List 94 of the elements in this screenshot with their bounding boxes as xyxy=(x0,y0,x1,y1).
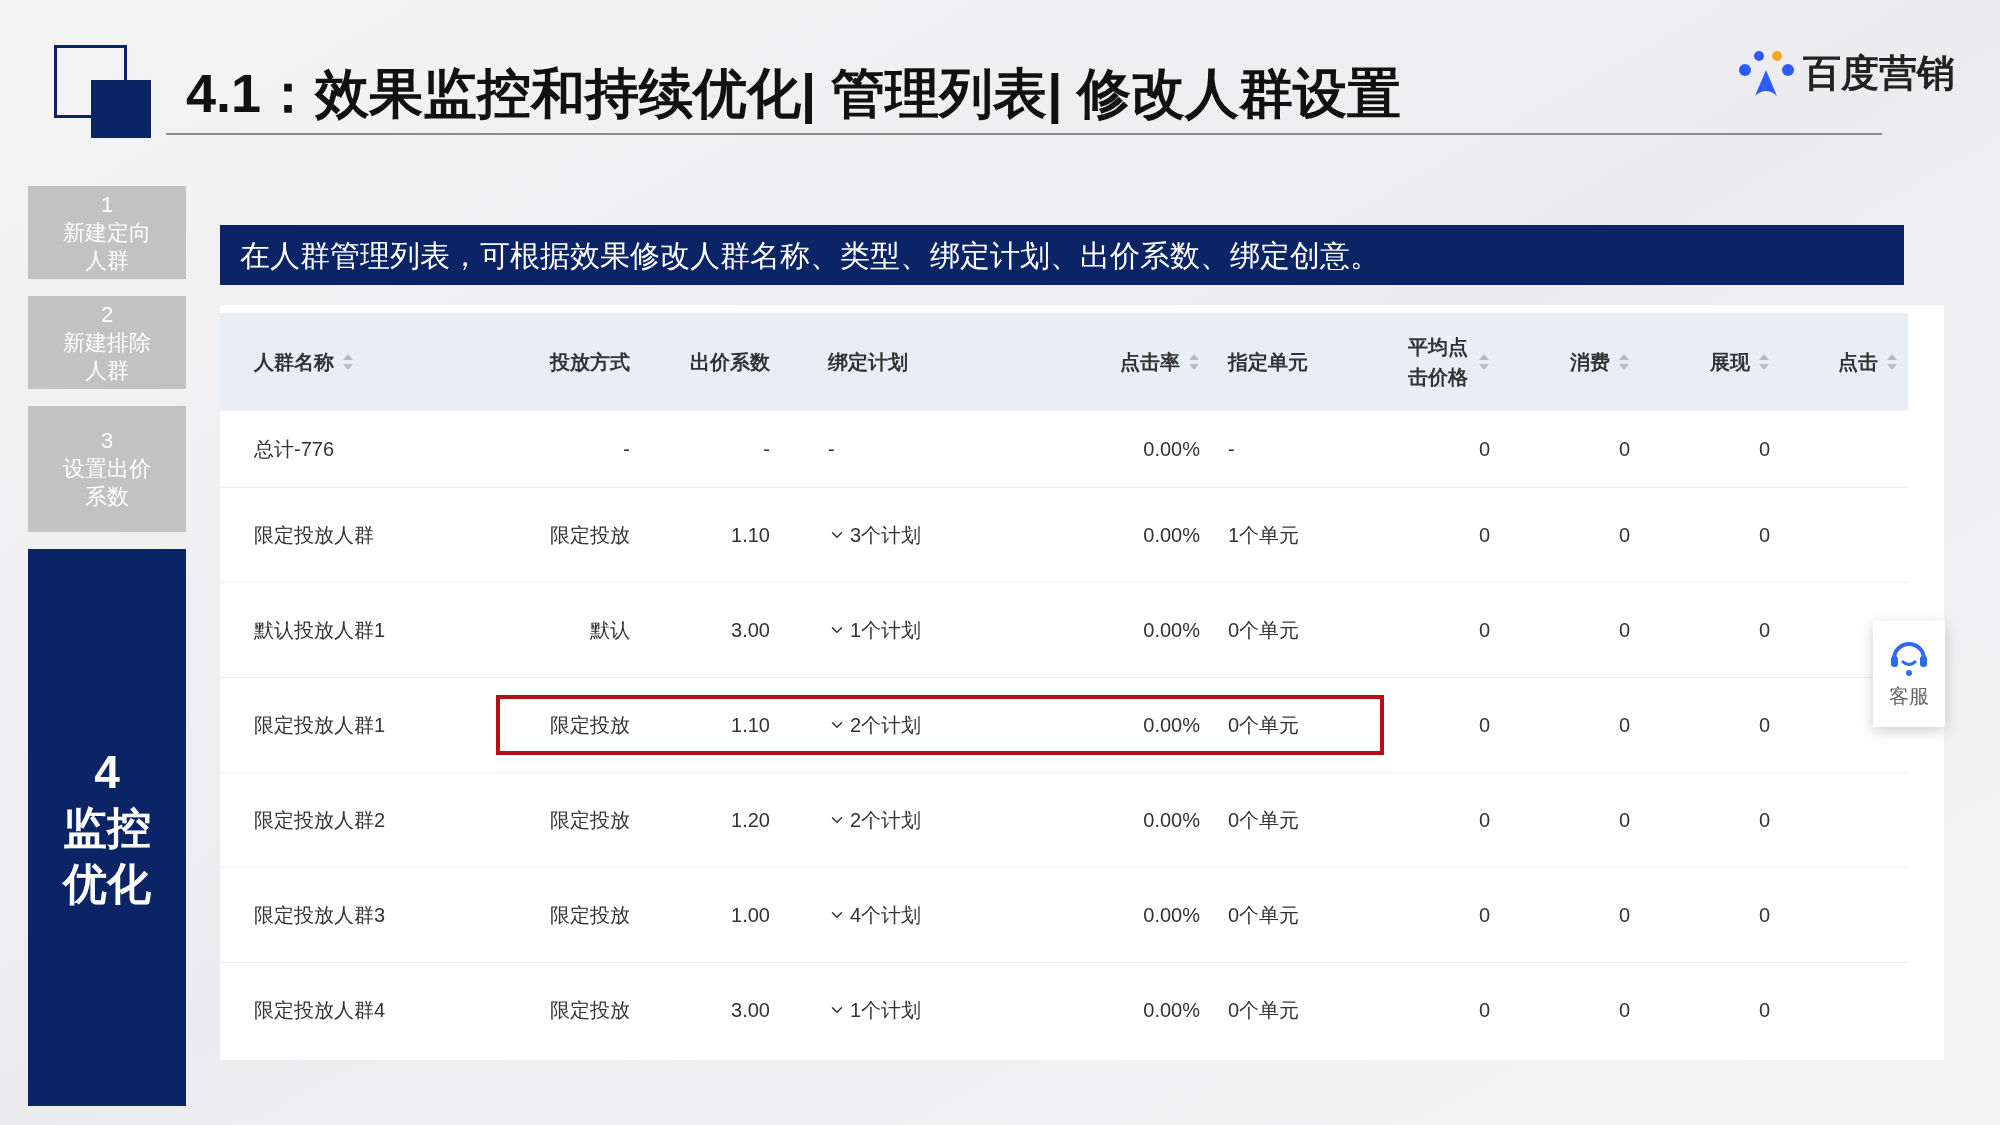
table-cell-text: - xyxy=(828,437,835,462)
sort-icon[interactable] xyxy=(342,352,354,371)
step-label: 新建定向人群 xyxy=(62,218,152,275)
brand-name: 百度营销 xyxy=(1803,51,1955,96)
service-label: 客服 xyxy=(1889,684,1929,709)
plan-dropdown[interactable]: 3个计划 xyxy=(828,520,922,550)
table-cell-text: 限定投放 xyxy=(550,523,630,548)
table-cell-text: 限定投放 xyxy=(550,903,630,928)
column-header: 投放方式 xyxy=(550,349,630,375)
step-number: 3 xyxy=(100,427,114,455)
table-cell-text: 0 xyxy=(1618,998,1630,1023)
table-cell-text: 0个单元 xyxy=(1228,713,1300,738)
step-card[interactable]: 4 监控优化 xyxy=(28,549,186,1106)
sort-icon[interactable] xyxy=(1188,352,1200,371)
step-label: 设置出价系数 xyxy=(62,455,152,511)
table-cell-text: 0 xyxy=(1758,998,1770,1023)
service-widget[interactable]: 客服 xyxy=(1873,621,1945,727)
slide-title: 4.1：效果监控和持续优化| 管理列表| 修改人群设置 xyxy=(185,62,1402,126)
column-header: 点击 xyxy=(1838,349,1878,375)
table-cell-text: 0个单元 xyxy=(1228,808,1300,833)
column-header: 消费 xyxy=(1570,349,1610,375)
column-header: 展现 xyxy=(1710,349,1750,375)
table-cell-text: 0个单元 xyxy=(1228,618,1300,643)
table-cell-text: 0 xyxy=(1618,903,1630,928)
table-cell-text: 限定投放人群4 xyxy=(254,998,386,1023)
sort-icon[interactable] xyxy=(1618,352,1630,371)
table-cell-text: 限定投放人群2 xyxy=(254,808,386,833)
table-cell-text: 0 xyxy=(1618,523,1630,548)
column-header: 平均点击价格 xyxy=(1408,334,1469,390)
table-cell-text: 0 xyxy=(1758,903,1770,928)
plan-dropdown[interactable]: 2个计划 xyxy=(828,710,922,740)
step-number: 2 xyxy=(100,300,114,329)
table-cell-text: 0 xyxy=(1478,437,1490,462)
table-cell-text: 1个单元 xyxy=(1228,523,1300,548)
table-cell-text: 限定投放 xyxy=(550,998,630,1023)
table-cell-text: 0 xyxy=(1758,713,1770,738)
plan-dropdown[interactable]: 1个计划 xyxy=(828,615,922,645)
table-cell-text: 0 xyxy=(1618,808,1630,833)
sort-icon[interactable] xyxy=(1758,352,1770,371)
table-cell-text: 默认投放人群1 xyxy=(254,618,386,643)
table-cell-text: 限定投放 xyxy=(550,808,630,833)
plan-dropdown[interactable]: 4个计划 xyxy=(828,900,922,930)
table-cell-text: 总计-776 xyxy=(254,437,335,462)
table-cell-text: 0 xyxy=(1618,437,1630,462)
sort-icon[interactable] xyxy=(1478,352,1490,371)
table-cell-text: 0 xyxy=(1758,808,1770,833)
plan-dropdown[interactable]: 1个计划 xyxy=(828,995,922,1025)
table-cell-text: 限定投放人群3 xyxy=(254,903,386,928)
sort-icon[interactable] xyxy=(1886,352,1898,371)
table-cell-text: 0 xyxy=(1758,618,1770,643)
table-cell-text: 0.00% xyxy=(1143,998,1200,1023)
table-cell-text: 0 xyxy=(1758,437,1770,462)
table-cell-text: 1.10 xyxy=(731,523,770,548)
step-label: 监控优化 xyxy=(61,801,152,910)
table-cell-text: 0 xyxy=(1478,523,1490,548)
table-cell-text: - xyxy=(623,437,630,462)
table-cell-text: 1.00 xyxy=(731,903,770,928)
table-cell-text: 0.00% xyxy=(1143,437,1200,462)
table-cell-text: 3.00 xyxy=(731,618,770,643)
table-cell-text: 限定投放人群1 xyxy=(254,713,386,738)
step-number: 4 xyxy=(94,744,120,800)
table-cell-text: 限定投放人群 xyxy=(254,523,374,548)
table-cell-text: 0.00% xyxy=(1143,523,1200,548)
step-number: 1 xyxy=(100,190,114,219)
column-header: 人群名称 xyxy=(254,349,334,375)
table-cell-text: 0 xyxy=(1618,618,1630,643)
table-cell-text: 0 xyxy=(1478,713,1490,738)
column-header: 指定单元 xyxy=(1228,349,1308,375)
plan-dropdown[interactable]: 2个计划 xyxy=(828,805,922,835)
step-label: 新建排除人群 xyxy=(62,328,152,385)
table-cell-text: - xyxy=(1228,437,1235,462)
table-cell-text: 限定投放 xyxy=(550,713,630,738)
table-cell-text: 0 xyxy=(1618,713,1630,738)
table-cell-text: 0.00% xyxy=(1143,713,1200,738)
banner-text: 在人群管理列表，可根据效果修改人群名称、类型、绑定计划、出价系数、绑定创意。 xyxy=(240,237,1380,274)
table-cell-text: 0 xyxy=(1478,618,1490,643)
table-cell-text: 0 xyxy=(1478,808,1490,833)
table-cell-text: - xyxy=(763,437,770,462)
table-cell-text: 0个单元 xyxy=(1228,903,1300,928)
column-header: 出价系数 xyxy=(690,349,770,375)
table-cell-text: 默认 xyxy=(590,618,630,643)
table-cell-text: 1.20 xyxy=(731,808,770,833)
table-cell-text: 0.00% xyxy=(1143,808,1200,833)
table-cell-text: 0 xyxy=(1478,998,1490,1023)
square-logo-icon xyxy=(54,45,152,139)
table-cell-text: 1.10 xyxy=(731,713,770,738)
table-cell-text: 0.00% xyxy=(1143,618,1200,643)
column-header: 点击率 xyxy=(1120,349,1180,375)
table-cell-text: 3.00 xyxy=(731,998,770,1023)
table-cell-text: 0.00% xyxy=(1143,903,1200,928)
table-cell-text: 0 xyxy=(1758,523,1770,548)
column-header: 绑定计划 xyxy=(828,349,908,375)
table-cell-text: 0 xyxy=(1478,903,1490,928)
table-cell-text: 0个单元 xyxy=(1228,998,1300,1023)
